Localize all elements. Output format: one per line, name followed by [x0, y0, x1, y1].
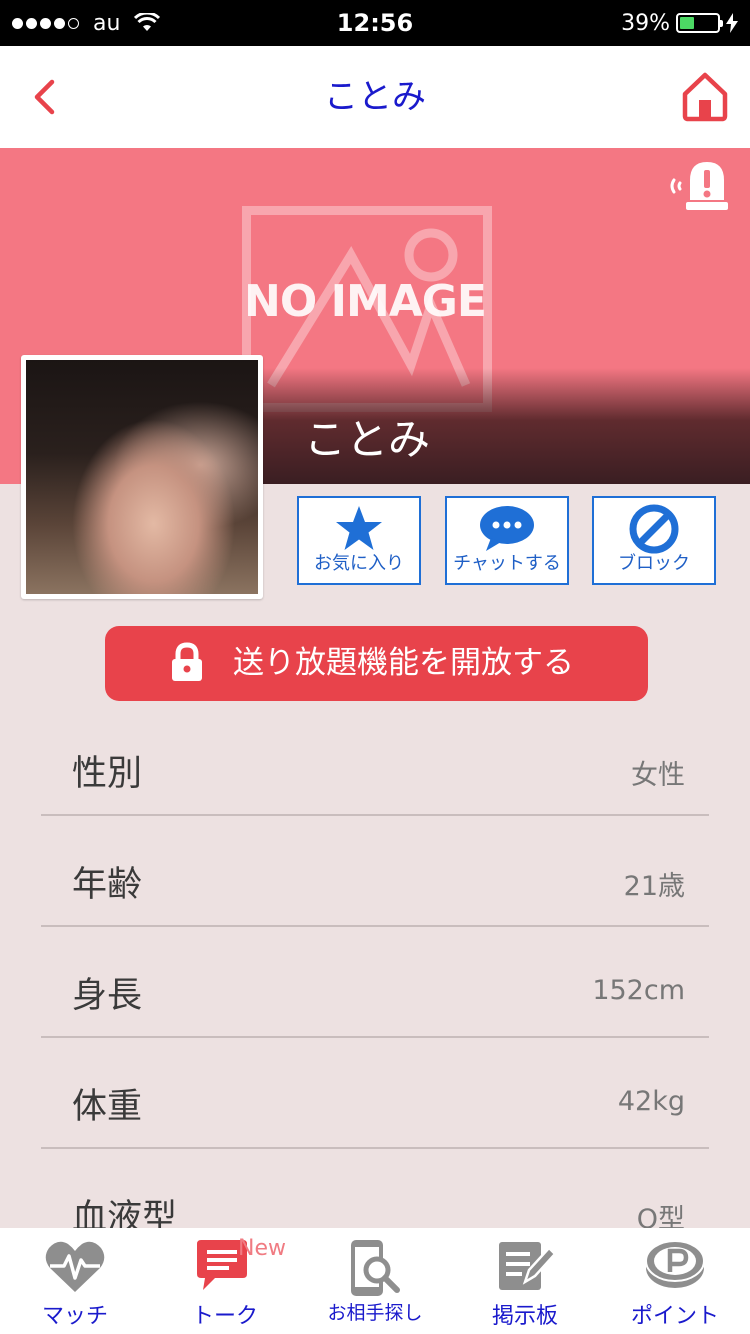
profile-row-weight: 体重 42kg — [41, 1038, 709, 1149]
avatar[interactable] — [21, 355, 263, 599]
new-badge: New — [238, 1236, 286, 1261]
profile-label: 身長 — [72, 976, 143, 1016]
charging-bolt-icon — [726, 13, 738, 33]
profile-label: 年齢 — [72, 865, 143, 905]
tab-partner-search[interactable]: お相手探し — [300, 1228, 450, 1334]
tab-label: ポイント — [630, 1304, 719, 1329]
status-bar: au 12:56 39% — [0, 0, 750, 46]
report-alarm-icon[interactable] — [668, 158, 730, 214]
favorite-label: お気に入り — [314, 553, 404, 574]
tab-talk[interactable]: New トーク — [150, 1228, 300, 1334]
profile-value: 152cm — [592, 975, 685, 1006]
point-coin-icon — [645, 1240, 705, 1288]
chat-label: チャットする — [453, 553, 561, 574]
avatar-photo — [26, 360, 258, 594]
chat-button[interactable]: チャットする — [445, 496, 569, 585]
page-title: ことみ — [324, 77, 426, 117]
profile-value: 21歳 — [623, 871, 685, 902]
board-icon — [499, 1242, 555, 1290]
tab-bulletin-board[interactable]: 掲示板 — [450, 1228, 600, 1334]
profile-details: 性別 女性 年齢 21歳 身長 152cm 体重 42kg 血液型 O型 — [41, 705, 709, 1260]
profile-value: 女性 — [631, 760, 685, 791]
home-icon[interactable] — [680, 70, 730, 122]
no-image-text: NO IMAGE — [244, 276, 487, 327]
favorite-button[interactable]: お気に入り — [297, 496, 421, 585]
profile-row-age: 年齢 21歳 — [41, 816, 709, 927]
profile-label: 体重 — [72, 1087, 143, 1127]
unlock-unlimited-messages-button[interactable]: 送り放題機能を開放する — [105, 626, 648, 701]
block-icon — [629, 504, 679, 554]
star-icon — [336, 506, 382, 550]
unlock-label: 送り放題機能を開放する — [233, 645, 574, 681]
battery-icon — [676, 13, 723, 33]
tab-match[interactable]: マッチ — [0, 1228, 150, 1334]
block-button[interactable]: ブロック — [592, 496, 716, 585]
navigation-bar: ことみ — [0, 46, 750, 148]
search-phone-icon — [351, 1240, 400, 1296]
lock-icon — [172, 642, 202, 681]
tab-label: お相手探し — [327, 1302, 423, 1324]
profile-label: 性別 — [72, 754, 143, 794]
profile-value: 42kg — [617, 1086, 685, 1117]
profile-row-height: 身長 152cm — [41, 927, 709, 1038]
tab-label: トーク — [191, 1304, 258, 1329]
profile-row-gender: 性別 女性 — [41, 705, 709, 816]
tab-bar: マッチ New トーク お相手探し 掲示板 ポイント — [0, 1228, 750, 1334]
tab-label: 掲示板 — [491, 1304, 558, 1329]
tab-label: マッチ — [41, 1304, 108, 1329]
chat-bubble-icon — [480, 506, 534, 551]
block-label: ブロック — [618, 553, 690, 574]
profile-name: ことみ — [304, 415, 431, 464]
battery-percent: 39% — [621, 10, 670, 36]
heartbeat-icon — [45, 1241, 105, 1292]
tab-points[interactable]: ポイント — [600, 1228, 750, 1334]
